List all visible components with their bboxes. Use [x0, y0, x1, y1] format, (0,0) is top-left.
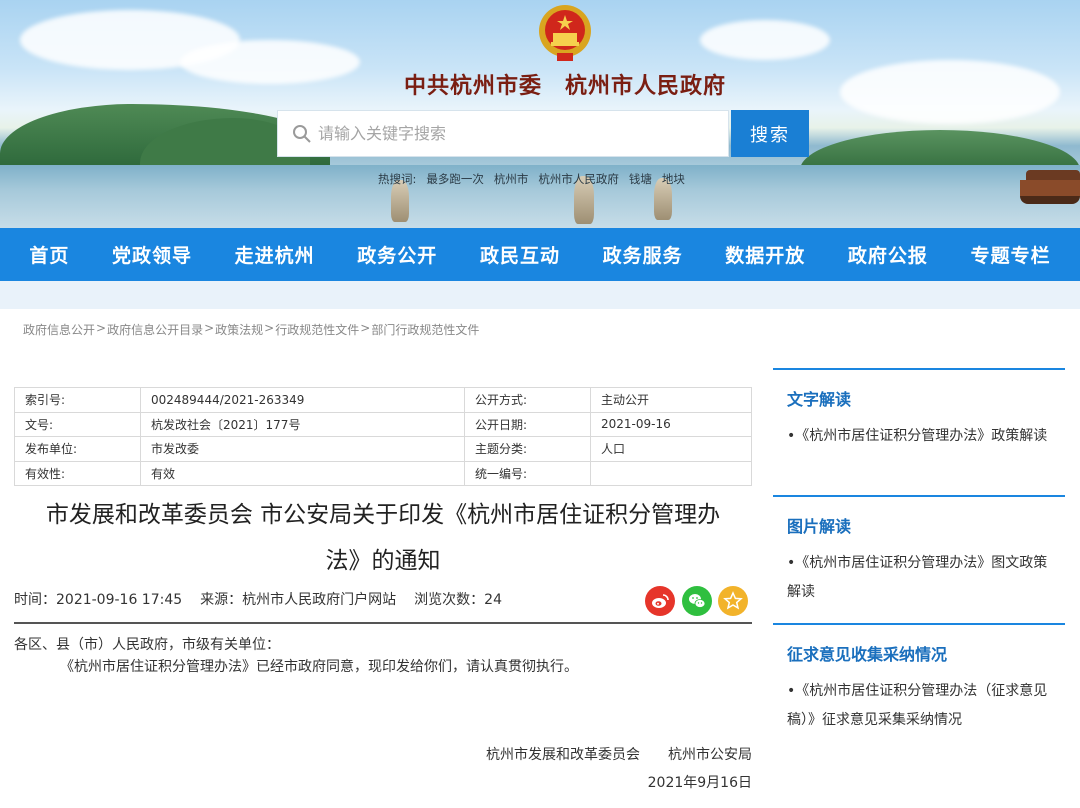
hot-word-link[interactable]: 最多跑一次 — [426, 171, 484, 187]
sidebar-link[interactable]: •《杭州市居住证积分管理办法（征求意见稿）》征求意见采集采纳情况 — [787, 677, 1051, 735]
nav-item-home[interactable]: 首页 — [29, 241, 69, 268]
national-emblem-icon — [537, 3, 593, 63]
hot-word-link[interactable]: 钱塘 — [629, 171, 652, 187]
hills-decoration — [800, 130, 1080, 170]
nav-item-topics[interactable]: 专题专栏 — [971, 241, 1051, 268]
nav-subbar — [0, 281, 1080, 309]
breadcrumb-link[interactable]: 行政规范性文件 — [275, 321, 359, 338]
table-row: 发布单位: 市发改委 主题分类: 人口 — [14, 436, 752, 462]
table-row: 索引号: 002489444/2021-263349 公开方式: 主动公开 — [14, 387, 752, 413]
search-input[interactable] — [318, 118, 698, 149]
main-nav: 首页 党政领导 走进杭州 政务公开 政民互动 政务服务 数据开放 政府公报 专题… — [0, 228, 1080, 281]
breadcrumb-link[interactable]: 政府信息公开目录 — [107, 321, 203, 338]
star-icon[interactable] — [718, 586, 748, 616]
sidebar-heading: 征求意见收集采纳情况 — [787, 645, 948, 664]
signature-orgs: 杭州市发展和改革委员会 杭州市公安局 — [486, 747, 752, 763]
nav-item-interaction[interactable]: 政民互动 — [480, 241, 560, 268]
cloud-decoration — [180, 40, 360, 84]
signature-block: 杭州市发展和改革委员会 杭州市公安局 2021年9月16日 — [14, 741, 752, 797]
weibo-icon[interactable] — [645, 586, 675, 616]
info-key: 主题分类: — [464, 436, 591, 462]
breadcrumb-link[interactable]: 部门行政规范性文件 — [371, 321, 479, 338]
nav-item-about-hangzhou[interactable]: 走进杭州 — [235, 241, 315, 268]
info-key: 索引号: — [14, 387, 141, 413]
article-source: 来源：杭州市人民政府门户网站 — [200, 592, 397, 608]
hot-words-label: 热搜词: — [378, 172, 417, 186]
info-key: 公开日期: — [464, 411, 591, 437]
publish-time: 时间：2021-09-16 17:45 — [14, 592, 183, 608]
info-key: 统一编号: — [464, 460, 591, 486]
info-key: 发布单位: — [14, 436, 141, 462]
boat-decoration — [1020, 170, 1080, 204]
sidebar-heading: 图片解读 — [787, 517, 852, 536]
info-value: 杭发改社会〔2021〕177号 — [140, 411, 465, 437]
sidebar-section-text-interpretation: 文字解读 •《杭州市居住证积分管理办法》政策解读 — [773, 368, 1065, 493]
nav-item-gov-disclosure[interactable]: 政务公开 — [357, 241, 437, 268]
info-value: 人口 — [590, 436, 752, 462]
hot-word-link[interactable]: 杭州市人民政府 — [538, 171, 619, 187]
content-divider — [14, 622, 752, 624]
info-key: 有效性: — [14, 460, 141, 486]
sidebar-section-image-interpretation: 图片解读 •《杭州市居住证积分管理办法》图文政策解读 — [773, 495, 1065, 620]
sidebar-link[interactable]: •《杭州市居住证积分管理办法》图文政策解读 — [787, 549, 1051, 607]
table-row: 有效性: 有效 统一编号: — [14, 460, 752, 486]
info-value: 市发改委 — [140, 436, 465, 462]
sidebar-heading: 文字解读 — [787, 390, 852, 409]
hot-word-link[interactable]: 地块 — [662, 171, 685, 187]
table-row: 文号: 杭发改社会〔2021〕177号 公开日期: 2021-09-16 — [14, 411, 752, 437]
site-title: 中共杭州市委 杭州市人民政府 — [403, 73, 726, 99]
nav-item-gazette[interactable]: 政府公报 — [848, 241, 928, 268]
body-paragraph: 《杭州市居住证积分管理办法》已经市政府同意，现印发给你们，请认真贯彻执行。 — [60, 659, 578, 675]
info-value: 2021-09-16 — [590, 411, 752, 437]
salutation: 各区、县（市）人民政府，市级有关单位： — [14, 637, 280, 653]
signature-date: 2021年9月16日 — [647, 775, 752, 791]
article-meta: 时间：2021-09-16 17:45 来源：杭州市人民政府门户网站 浏览次数：… — [14, 589, 502, 609]
nav-item-leaders[interactable]: 党政领导 — [112, 241, 192, 268]
info-key: 公开方式: — [464, 387, 591, 413]
info-value: 主动公开 — [590, 387, 752, 413]
cloud-decoration — [840, 60, 1060, 124]
nav-item-open-data[interactable]: 数据开放 — [725, 241, 805, 268]
info-value: 有效 — [140, 460, 465, 486]
info-value — [590, 460, 752, 486]
cloud-decoration — [700, 20, 830, 60]
nav-item-services[interactable]: 政务服务 — [603, 241, 683, 268]
document-title: 市发展和改革委员会 市公安局关于印发《杭州市居住证积分管理办 法》的通知 — [14, 492, 752, 584]
sidebar-section-feedback: 征求意见收集采纳情况 •《杭州市居住证积分管理办法（征求意见稿）》征求意见采集采… — [773, 623, 1065, 748]
breadcrumb-link[interactable]: 政策法规 — [215, 321, 263, 338]
sidebar-link[interactable]: •《杭州市居住证积分管理办法》政策解读 — [787, 422, 1051, 451]
document-title-line: 市发展和改革委员会 市公安局关于印发《杭州市居住证积分管理办 — [45, 502, 721, 528]
breadcrumb: 政府信息公开 > 政府信息公开目录 > 政策法规 > 行政规范性文件 > 部门行政规范性… — [23, 321, 480, 338]
info-key: 文号: — [14, 411, 141, 437]
document-title-line: 法》的通知 — [325, 548, 441, 574]
article-body: 各区、县（市）人民政府，市级有关单位： 《杭州市居住证积分管理办法》已经市政府同… — [14, 634, 752, 678]
hot-word-link[interactable]: 杭州市 — [494, 171, 529, 187]
breadcrumb-link[interactable]: 政府信息公开 — [23, 321, 95, 338]
search-bar — [277, 110, 729, 157]
document-info-table: 索引号: 002489444/2021-263349 公开方式: 主动公开 文号… — [14, 387, 752, 486]
info-value: 002489444/2021-263349 — [140, 387, 465, 413]
search-button[interactable]: 搜索 — [731, 110, 809, 157]
wechat-icon[interactable] — [682, 586, 712, 616]
hot-search-words: 热搜词: 最多跑一次 杭州市 杭州市人民政府 钱塘 地块 — [378, 171, 685, 187]
view-count: 浏览次数：24 — [414, 592, 502, 608]
search-icon — [292, 124, 312, 144]
